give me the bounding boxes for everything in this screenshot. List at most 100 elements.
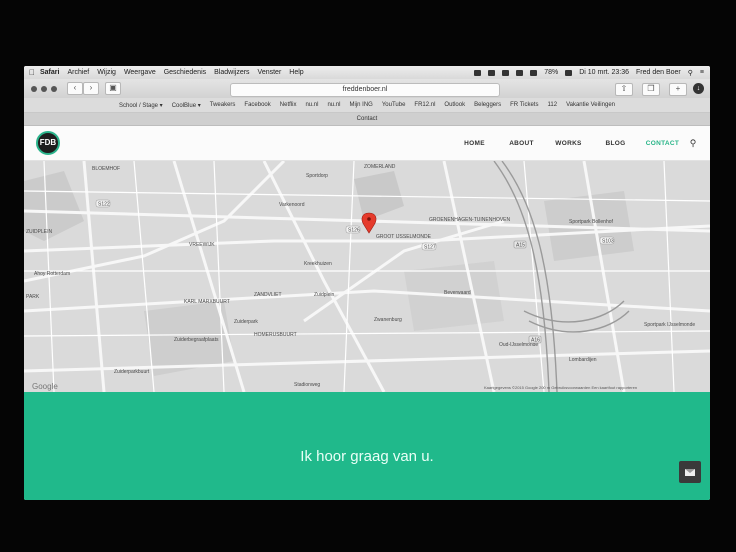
menubar-clock[interactable]: Di 10 mrt. 23:36 (579, 69, 629, 76)
wifi-icon[interactable] (516, 69, 524, 76)
address-bar[interactable]: freddenboer.nl (230, 83, 500, 97)
map-label: ZUIDPLEIN (26, 229, 53, 235)
google-logo: Google (32, 382, 58, 391)
menu-wijzig[interactable]: Wijzig (97, 69, 116, 76)
map-footer[interactable]: Kaartgegevens ©2015 Google 200 m Gebruik… (484, 385, 637, 390)
map-label: GROOT IJSSELMONDE (376, 234, 432, 240)
menu-venster[interactable]: Venster (258, 69, 282, 76)
tabs-overview-button[interactable]: ❐ (642, 83, 660, 96)
minimize-window-button[interactable] (41, 85, 47, 92)
map-label: Lombardijen (569, 357, 597, 363)
map-label: Ahoy Rotterdam (34, 271, 70, 277)
map-label: HOMERUSBUURT (254, 332, 297, 338)
new-tab-button[interactable]: + (669, 83, 687, 96)
map-label: ZOMERLAND (364, 164, 396, 170)
map-label: Zuidplein (314, 292, 335, 298)
battery-icon[interactable] (565, 69, 573, 76)
dropbox-icon[interactable] (474, 69, 482, 76)
bookmark-item[interactable]: Outlook (444, 102, 465, 108)
envelope-icon (685, 468, 695, 476)
bookmark-item[interactable]: Vakantie Veilingen (566, 102, 615, 108)
bookmark-item[interactable]: FR12.nl (414, 102, 435, 108)
map-label: PARK (26, 294, 40, 300)
bookmark-item[interactable]: nu.nl (327, 102, 340, 108)
road-shield: S103 (602, 239, 614, 245)
road-shield: S126 (348, 228, 360, 234)
menu-help[interactable]: Help (289, 69, 303, 76)
contact-message: Ik hoor graag van u. (300, 448, 434, 465)
nav-home[interactable]: HOME (451, 140, 498, 147)
contact-section: Ik hoor graag van u. (24, 392, 710, 500)
bookmark-item[interactable]: Facebook (244, 102, 270, 108)
road-shield: S122 (98, 202, 110, 208)
forward-button[interactable]: › (83, 82, 99, 95)
menu-safari[interactable]: Safari (40, 69, 59, 76)
sidebar-icon[interactable]: ▣ (105, 82, 121, 95)
downloads-icon[interactable]: ↓ (693, 83, 704, 94)
battery-percentage[interactable]: 78% (544, 69, 558, 76)
bookmark-item[interactable]: Netflix (280, 102, 297, 108)
map-label: VREEWIJK (189, 242, 215, 248)
main-nav: HOME ABOUT WORKS BLOG CONTACT ⚲ (451, 126, 700, 160)
road-shield: S127 (424, 245, 436, 251)
bookmark-item[interactable]: Beleggers (474, 102, 501, 108)
mac-menu-bar:  Safari Archief Wijzig Weergave Geschie… (24, 66, 710, 79)
menu-archief[interactable]: Archief (67, 69, 89, 76)
safari-toolbar: ‹ › ▣ freddenboer.nl ⇧ ❐ + ↓ (24, 79, 710, 98)
map-label: Zuiderbegraafplaats (174, 337, 219, 343)
road-shield: A16 (531, 338, 540, 344)
bookmark-item[interactable]: Tweakers (210, 102, 236, 108)
back-button[interactable]: ‹ (67, 82, 83, 95)
laptop-screen:  Safari Archief Wijzig Weergave Geschie… (24, 66, 710, 500)
map-label: ZANDVLIET (254, 292, 282, 298)
apple-icon[interactable]:  (24, 68, 40, 77)
bookmark-item[interactable]: YouTube (382, 102, 406, 108)
map-label: BLOEMHOF (92, 166, 120, 172)
map-label: Sportdorp (306, 173, 328, 179)
road-shield: A15 (516, 243, 525, 249)
menubar-user[interactable]: Fred den Boer (636, 69, 681, 76)
map-label: Zuiderparkbuurt (114, 369, 150, 375)
spotlight-icon[interactable]: ⚲ (688, 69, 693, 77)
site-logo[interactable]: FDB (36, 131, 60, 155)
menu-geschiedenis[interactable]: Geschiedenis (164, 69, 206, 76)
map-label: Zwanenburg (374, 317, 402, 323)
bookmark-item[interactable]: Mijn ING (349, 102, 372, 108)
bookmark-item[interactable]: School / Stage ▾ (119, 102, 163, 109)
tab-contact[interactable]: Contact (24, 113, 710, 126)
map-label: Sportpark IJsselmonde (644, 322, 695, 328)
bookmarks-bar: School / Stage ▾ CoolBlue ▾ Tweakers Fac… (24, 98, 710, 113)
close-window-button[interactable] (31, 85, 37, 92)
map-label: Stadionweg (294, 382, 320, 388)
site-header: FDB HOME ABOUT WORKS BLOG CONTACT ⚲ (24, 126, 710, 161)
google-map[interactable]: BLOEMHOF ZUIDPLEIN PARK Ahoy Rotterdam V… (24, 161, 710, 392)
map-label: Varkenoord (279, 202, 305, 208)
menu-weergave[interactable]: Weergave (124, 69, 156, 76)
status-area: 78% Di 10 mrt. 23:36 Fred den Boer ⚲ ≡ (474, 69, 710, 77)
toolbar-right: ⇧ ❐ + ↓ (612, 83, 704, 96)
map-label: Beverwaard (444, 290, 471, 296)
map-label: KARL MARXBUURT (184, 299, 230, 305)
map-label: Zuiderpark (234, 319, 258, 325)
sync-icon[interactable] (488, 69, 496, 76)
share-button[interactable]: ⇧ (615, 83, 633, 96)
bookmark-item[interactable]: FR Tickets (510, 102, 538, 108)
nav-contact[interactable]: CONTACT (639, 140, 686, 147)
search-icon[interactable]: ⚲ (686, 138, 700, 149)
nav-about[interactable]: ABOUT (498, 140, 545, 147)
window-controls (31, 85, 57, 92)
volume-icon[interactable] (530, 69, 538, 76)
notification-center-icon[interactable]: ≡ (700, 69, 704, 76)
menu-bladwijzers[interactable]: Bladwijzers (214, 69, 249, 76)
bluetooth-icon[interactable] (502, 69, 510, 76)
zoom-window-button[interactable] (51, 85, 57, 92)
map-canvas[interactable]: BLOEMHOF ZUIDPLEIN PARK Ahoy Rotterdam V… (24, 161, 710, 392)
map-label: Kreekhuizen (304, 261, 332, 267)
nav-works[interactable]: WORKS (545, 140, 592, 147)
bookmark-item[interactable]: 112 (547, 102, 557, 108)
bookmark-item[interactable]: CoolBlue ▾ (172, 102, 201, 109)
nav-blog[interactable]: BLOG (592, 140, 639, 147)
mail-button[interactable] (679, 461, 701, 483)
map-label: GROENENHAGEN-TUINENHOVEN (429, 217, 511, 223)
bookmark-item[interactable]: nu.nl (305, 102, 318, 108)
